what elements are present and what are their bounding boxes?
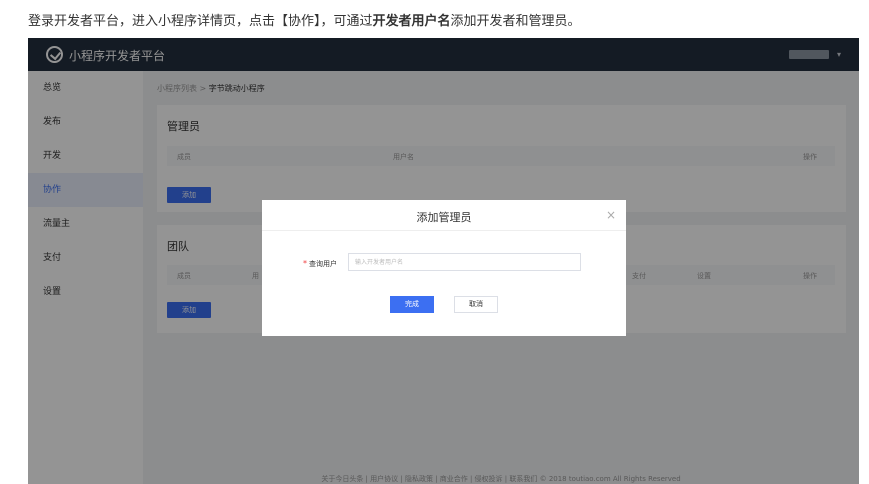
dialog-divider [262, 230, 626, 231]
app-screenshot: 小程序开发者平台 ▾ 总览 发布 开发 协作 流量主 支付 设置 小程序列表 >… [28, 38, 859, 484]
required-mark: * [303, 259, 307, 268]
intro-part2: 添加开发者和管理员。 [450, 14, 581, 29]
intro-text: 登录开发者平台，进入小程序详情页，点击【协作】，可通过开发者用户名添加开发者和管… [28, 10, 581, 29]
add-admin-dialog: 添加管理员 × * 查询用户 完成 取消 [262, 200, 626, 336]
confirm-button[interactable]: 完成 [390, 296, 434, 313]
intro-bold: 开发者用户名 [372, 14, 451, 29]
close-icon[interactable]: × [606, 208, 616, 222]
query-user-label: 查询用户 [309, 260, 337, 268]
dialog-title: 添加管理员 [416, 211, 472, 224]
query-user-input[interactable] [348, 253, 581, 271]
intro-part1: 登录开发者平台，进入小程序详情页，点击【协作】，可通过 [28, 14, 373, 29]
cancel-button[interactable]: 取消 [454, 296, 498, 313]
